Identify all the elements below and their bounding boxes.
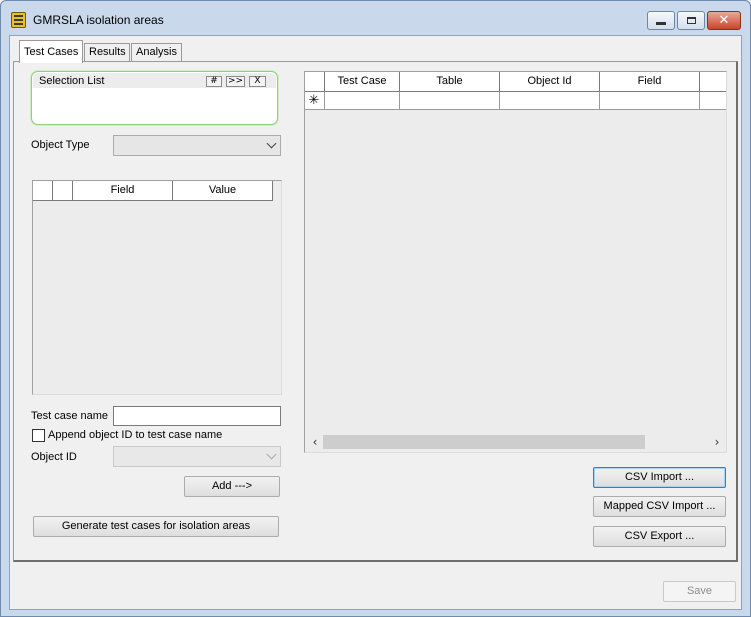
field-value-grid[interactable]: Field Value bbox=[32, 180, 282, 395]
new-row-icon: ✳ bbox=[308, 93, 320, 108]
new-row-cell[interactable] bbox=[600, 92, 700, 110]
selection-list[interactable]: Selection List # >> X bbox=[31, 71, 278, 125]
object-type-label: Object Type bbox=[31, 139, 90, 151]
grid-header-corner bbox=[305, 72, 325, 92]
test-case-name-input[interactable] bbox=[113, 406, 281, 426]
chevron-down-icon bbox=[266, 449, 277, 460]
object-id-label: Object ID bbox=[31, 451, 77, 463]
csv-import-button[interactable]: CSV Import ... bbox=[593, 467, 726, 488]
column-header-object-id[interactable]: Object Id bbox=[500, 72, 600, 92]
grid-header-corner bbox=[33, 181, 53, 201]
client-area: Test Cases Results Analysis Selection Li… bbox=[9, 35, 742, 610]
append-object-id-label: Append object ID to test case name bbox=[48, 429, 223, 441]
new-row-cell[interactable] bbox=[400, 92, 500, 110]
selection-list-header: Selection List # >> X bbox=[33, 73, 276, 88]
close-icon: ✕ bbox=[718, 13, 730, 28]
horizontal-scrollbar[interactable]: ‹ › bbox=[306, 434, 725, 451]
database-icon bbox=[11, 12, 26, 28]
new-row-indicator[interactable]: ✳ bbox=[305, 92, 325, 110]
tab-label: Results bbox=[89, 46, 126, 58]
tab-results[interactable]: Results bbox=[84, 43, 130, 61]
generate-test-cases-button[interactable]: Generate test cases for isolation areas bbox=[33, 516, 279, 537]
grid-header-indicator bbox=[53, 181, 73, 201]
scrollbar-thumb[interactable] bbox=[323, 435, 645, 449]
column-header-field[interactable]: Field bbox=[73, 181, 173, 201]
maximize-icon bbox=[686, 17, 696, 24]
column-header-value[interactable]: Value bbox=[173, 181, 273, 201]
minimize-icon bbox=[656, 22, 666, 25]
new-row-cell[interactable] bbox=[700, 92, 726, 110]
test-case-name-label: Test case name bbox=[31, 410, 109, 422]
window-title: GMRSLA isolation areas bbox=[33, 13, 164, 27]
add-button[interactable]: Add ---> bbox=[184, 476, 280, 497]
scroll-right-icon[interactable]: › bbox=[712, 436, 722, 448]
mapped-csv-import-button[interactable]: Mapped CSV Import ... bbox=[593, 496, 726, 517]
tab-label: Analysis bbox=[136, 46, 177, 58]
object-type-combo[interactable] bbox=[113, 135, 281, 156]
number-button[interactable]: # bbox=[206, 76, 222, 87]
selection-list-label: Selection List bbox=[39, 75, 105, 87]
column-header-table[interactable]: Table bbox=[400, 72, 500, 92]
scroll-left-icon[interactable]: ‹ bbox=[310, 436, 320, 448]
title-bar[interactable]: GMRSLA isolation areas ✕ bbox=[1, 1, 750, 35]
forward-button[interactable]: >> bbox=[226, 76, 245, 87]
tab-analysis[interactable]: Analysis bbox=[131, 43, 182, 61]
test-case-grid[interactable]: Test Case Table Object Id Field ✳ ‹ › bbox=[304, 71, 727, 453]
tab-label: Test Cases bbox=[24, 46, 79, 58]
save-button[interactable]: Save bbox=[663, 581, 736, 602]
new-row-cell[interactable] bbox=[500, 92, 600, 110]
main-window: GMRSLA isolation areas ✕ Test Cases Resu… bbox=[0, 0, 751, 617]
column-header-overflow[interactable] bbox=[700, 72, 726, 92]
tab-test-cases[interactable]: Test Cases bbox=[19, 40, 83, 63]
maximize-button[interactable] bbox=[677, 11, 705, 30]
close-button[interactable]: ✕ bbox=[707, 11, 741, 30]
test-cases-panel: Selection List # >> X Object Type Field … bbox=[13, 61, 738, 562]
object-id-combo[interactable] bbox=[113, 446, 281, 467]
csv-export-button[interactable]: CSV Export ... bbox=[593, 526, 726, 547]
chevron-down-icon bbox=[266, 138, 277, 149]
clear-button[interactable]: X bbox=[249, 76, 266, 87]
append-object-id-checkbox[interactable] bbox=[32, 429, 45, 442]
new-row-cell[interactable] bbox=[325, 92, 400, 110]
minimize-button[interactable] bbox=[647, 11, 675, 30]
column-header-field[interactable]: Field bbox=[600, 72, 700, 92]
column-header-test-case[interactable]: Test Case bbox=[325, 72, 400, 92]
